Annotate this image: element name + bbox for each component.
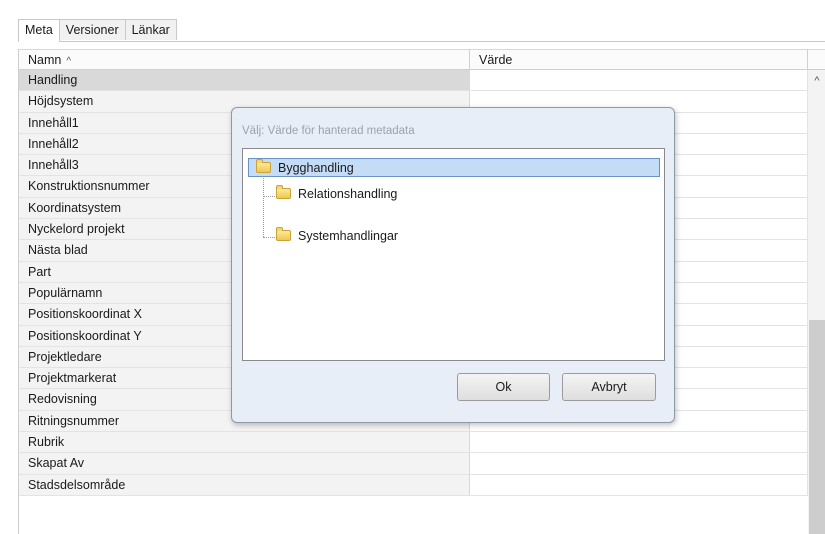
row-value[interactable] [470,453,808,475]
row-value[interactable] [470,432,808,454]
tree-item-relationshandling[interactable]: Relationshandling [276,185,397,204]
table-row[interactable]: Skapat Av [19,453,808,475]
folder-icon [276,185,291,199]
cancel-button[interactable]: Avbryt [562,373,656,401]
tree-connector [263,196,277,197]
tree-item-label: Relationshandling [298,187,398,201]
row-name: Skapat Av [19,453,470,475]
tab-versioner[interactable]: Versioner [58,19,126,40]
grid-header: Namn ^ Värde [19,49,825,70]
folder-icon [256,159,271,173]
tab-bar: Meta Versioner Länkar [18,19,177,42]
row-name: Stadsdelsområde [19,474,470,496]
column-header-name-label: Namn [28,53,62,67]
tree-item-label: Bygghandling [278,161,354,175]
ok-button[interactable]: Ok [457,373,550,401]
tree-item-label: Systemhandlingar [298,229,399,243]
tab-divider [18,41,825,42]
managed-metadata-dialog: Välj: Värde för hanterad metadata Byggha… [231,107,675,423]
row-name: Rubrik [19,432,470,454]
row-value[interactable] [470,70,808,92]
tree-connector [263,237,277,238]
tree-item-systemhandlingar[interactable]: Systemhandlingar [276,227,398,246]
metadata-tree[interactable]: Bygghandling Relationshandling Systemhan… [242,148,665,361]
tree-connector [263,176,264,237]
table-row[interactable]: Stadsdelsområde [19,474,808,496]
tab-lankar[interactable]: Länkar [124,19,177,40]
column-header-name[interactable]: Namn ^ [19,50,470,70]
vertical-scrollbar[interactable]: ^ [808,70,825,534]
scroll-up-arrow-icon[interactable]: ^ [808,70,825,92]
scroll-thumb[interactable] [809,320,825,534]
tab-meta[interactable]: Meta [18,19,60,42]
row-name: Handling [19,70,470,92]
folder-icon [276,227,291,241]
dialog-title: Välj: Värde för hanterad metadata [242,125,415,137]
table-row[interactable]: Handling [19,70,808,92]
row-value[interactable] [470,474,808,496]
tree-item-bygghandling[interactable]: Bygghandling [248,158,660,177]
sort-up-icon: ^ [66,56,72,67]
table-row[interactable]: Rubrik [19,432,808,454]
column-header-value[interactable]: Värde [470,50,808,70]
